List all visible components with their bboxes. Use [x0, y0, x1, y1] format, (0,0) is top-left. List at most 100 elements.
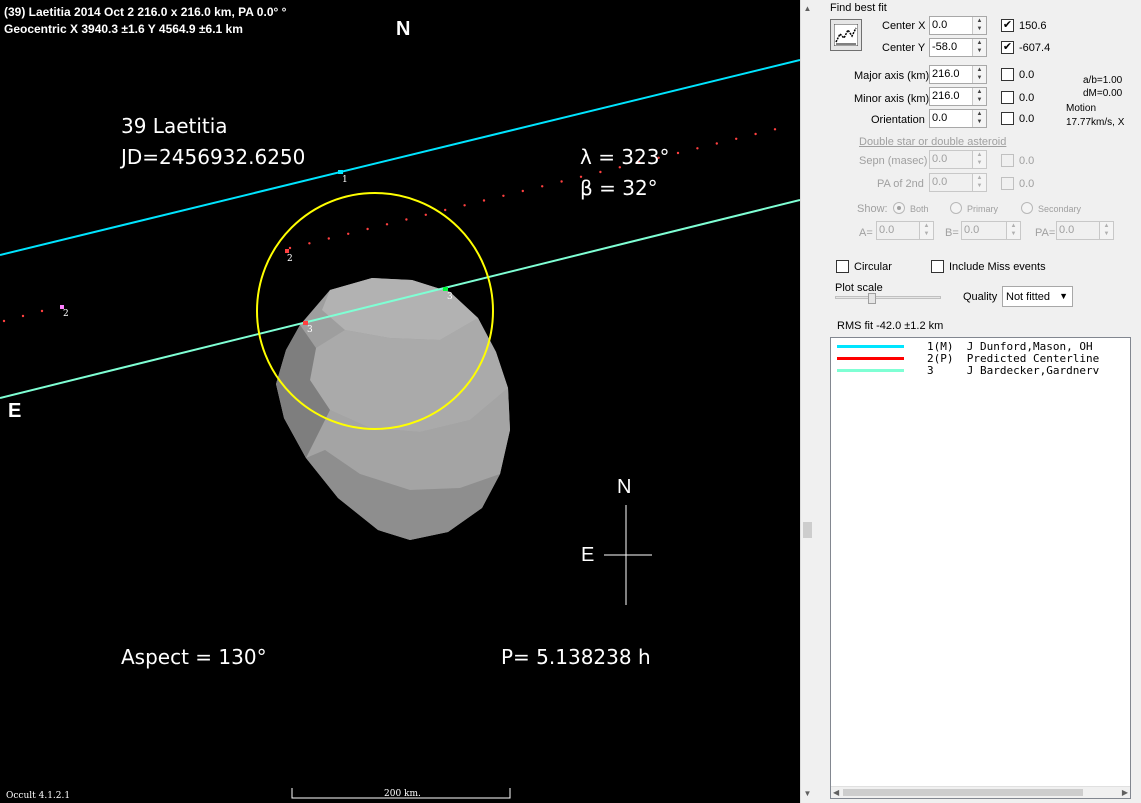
beta-value: β = 32°: [580, 176, 658, 200]
event-marker-2: [285, 249, 289, 253]
lambda-value: λ = 323°: [580, 145, 670, 169]
plot-scale-slider[interactable]: [835, 293, 941, 304]
predicted-dot: [347, 232, 350, 235]
predicted-dot: [2, 319, 6, 323]
predicted-dots-left: [2, 309, 44, 323]
pa-label: PA=: [1035, 227, 1056, 239]
pa2-input[interactable]: 0.0 ▲ ▼: [929, 173, 987, 192]
predicted-dot: [327, 237, 330, 240]
major-axis-checkbox[interactable]: [1001, 68, 1014, 81]
show-secondary-radio[interactable]: [1021, 202, 1033, 214]
center-x-checkbox[interactable]: ✔: [1001, 19, 1014, 32]
scale-label: 200 km.: [384, 789, 421, 799]
major-axis-spinner[interactable]: ▲ ▼: [972, 66, 986, 83]
motion-value: 17.77km/s, X: [1066, 117, 1125, 128]
show-primary-radio[interactable]: [950, 202, 962, 214]
predicted-dot: [735, 137, 738, 140]
list-horizontal-scrollbar[interactable]: ◀ ▶: [831, 786, 1130, 798]
predicted-dot: [308, 242, 311, 245]
b-label: B=: [945, 227, 959, 239]
predicted-dot: [40, 309, 44, 313]
predicted-dot: [754, 132, 757, 136]
pa2-checkbox[interactable]: [1001, 177, 1014, 190]
include-miss-checkbox[interactable]: [931, 260, 944, 273]
quality-label: Quality: [963, 291, 998, 303]
sepn-input[interactable]: 0.0 ▲ ▼: [929, 150, 987, 169]
scroll-up-icon[interactable]: ▲: [803, 4, 812, 13]
chord-label-2b: 2: [63, 309, 69, 319]
rms-fit-label: RMS fit -42.0 ±1.2 km: [837, 320, 944, 332]
plot-header-line1: (39) Laetitia 2014 Oct 2 216.0 x 216.0 k…: [4, 5, 287, 19]
center-y-fit: -607.4: [1019, 42, 1051, 54]
major-axis-input[interactable]: 216.0 ▲ ▼: [929, 65, 987, 84]
a-label: A=: [859, 227, 873, 239]
center-y-checkbox[interactable]: ✔: [1001, 41, 1014, 54]
motion-label: Motion: [1066, 103, 1097, 114]
circular-checkbox[interactable]: [836, 260, 849, 273]
sepn-fit: 0.0: [1019, 155, 1035, 167]
predicted-dot: [482, 199, 486, 202]
center-y-input[interactable]: -58.0 ▲ ▼: [929, 38, 987, 57]
dm-value: dM=0.00: [1083, 88, 1123, 99]
event-marker-3a: [443, 287, 448, 291]
predicted-dot: [560, 180, 563, 183]
north-label: N: [396, 18, 411, 40]
center-y-spinner[interactable]: ▲ ▼: [972, 39, 986, 56]
show-secondary-label: Secondary: [1038, 204, 1082, 214]
scroll-right-icon[interactable]: ▶: [1122, 787, 1128, 798]
list-scrollbar-thumb[interactable]: [843, 789, 1083, 796]
orientation-spinner[interactable]: ▲ ▼: [972, 110, 986, 127]
plot-vertical-scrollbar[interactable]: ▲ ▼: [800, 0, 813, 803]
plot-header-line2: Geocentric X 3940.3 ±1.6 Y 4564.9 ±6.1 k…: [4, 22, 243, 36]
show-primary-label: Primary: [967, 204, 998, 214]
predicted-dot: [696, 147, 699, 150]
major-axis-label: Major axis (km): [854, 70, 930, 82]
show-label: Show:: [857, 203, 888, 215]
observer-color-swatch: [837, 369, 904, 372]
predicted-dot: [463, 204, 466, 207]
fit-panel: Find best fit Center X 0.0 ▲ ▼ ✔ 150.6 Ce…: [813, 0, 1141, 803]
show-both-label: Both: [910, 204, 929, 214]
chevron-down-icon: ▼: [1059, 291, 1068, 301]
chord-label-3b: 3: [307, 325, 313, 335]
observer-color-swatch: [837, 345, 904, 348]
find-best-fit-button[interactable]: [830, 19, 862, 51]
predicted-dot: [366, 227, 369, 231]
orientation-checkbox[interactable]: [1001, 112, 1014, 125]
pa-input[interactable]: 0.0 ▲ ▼: [1056, 221, 1114, 240]
major-axis-fit: 0.0: [1019, 69, 1035, 81]
predicted-dot: [424, 213, 427, 216]
quality-select[interactable]: Not fitted ▼: [1002, 286, 1073, 307]
scroll-down-icon[interactable]: ▼: [803, 789, 812, 798]
center-x-spinner[interactable]: ▲ ▼: [972, 17, 986, 34]
pa2-label: PA of 2nd: [877, 178, 924, 190]
circular-label: Circular: [854, 261, 892, 273]
a-input[interactable]: 0.0 ▲ ▼: [876, 221, 934, 240]
observer-list[interactable]: 1(M) J Dunford,Mason, OH 2(P) Predicted …: [830, 337, 1131, 799]
minor-axis-checkbox[interactable]: [1001, 91, 1014, 104]
predicted-dot: [773, 128, 777, 131]
scroll-left-icon[interactable]: ◀: [833, 787, 839, 798]
orientation-label: Orientation: [871, 114, 925, 126]
orientation-input[interactable]: 0.0 ▲ ▼: [929, 109, 987, 128]
show-both-radio[interactable]: [893, 202, 905, 214]
julian-date: JD=2456932.6250: [121, 145, 306, 169]
occultation-plot[interactable]: (39) Laetitia 2014 Oct 2 216.0 x 216.0 k…: [0, 0, 800, 803]
minor-axis-spinner[interactable]: ▲ ▼: [972, 88, 986, 105]
chord-label-2: 2: [287, 254, 293, 264]
double-star-link[interactable]: Double star or double asteroid: [859, 136, 1006, 148]
compass-north-label: N: [617, 476, 632, 498]
b-input[interactable]: 0.0 ▲ ▼: [961, 221, 1021, 240]
predicted-dot: [521, 189, 524, 193]
minor-axis-input[interactable]: 216.0 ▲ ▼: [929, 87, 987, 106]
east-label: E: [8, 400, 22, 422]
center-x-input[interactable]: 0.0 ▲ ▼: [929, 16, 987, 35]
sepn-checkbox[interactable]: [1001, 154, 1014, 167]
center-x-label: Center X: [882, 20, 926, 32]
minor-axis-fit: 0.0: [1019, 92, 1035, 104]
scrollbar-thumb[interactable]: [803, 522, 812, 538]
list-item[interactable]: 3 J Bardecker,Gardnerv: [837, 365, 1130, 377]
plot-scale-knob[interactable]: [868, 293, 876, 304]
plot-canvas: [0, 59, 800, 799]
predicted-dot: [21, 314, 25, 318]
